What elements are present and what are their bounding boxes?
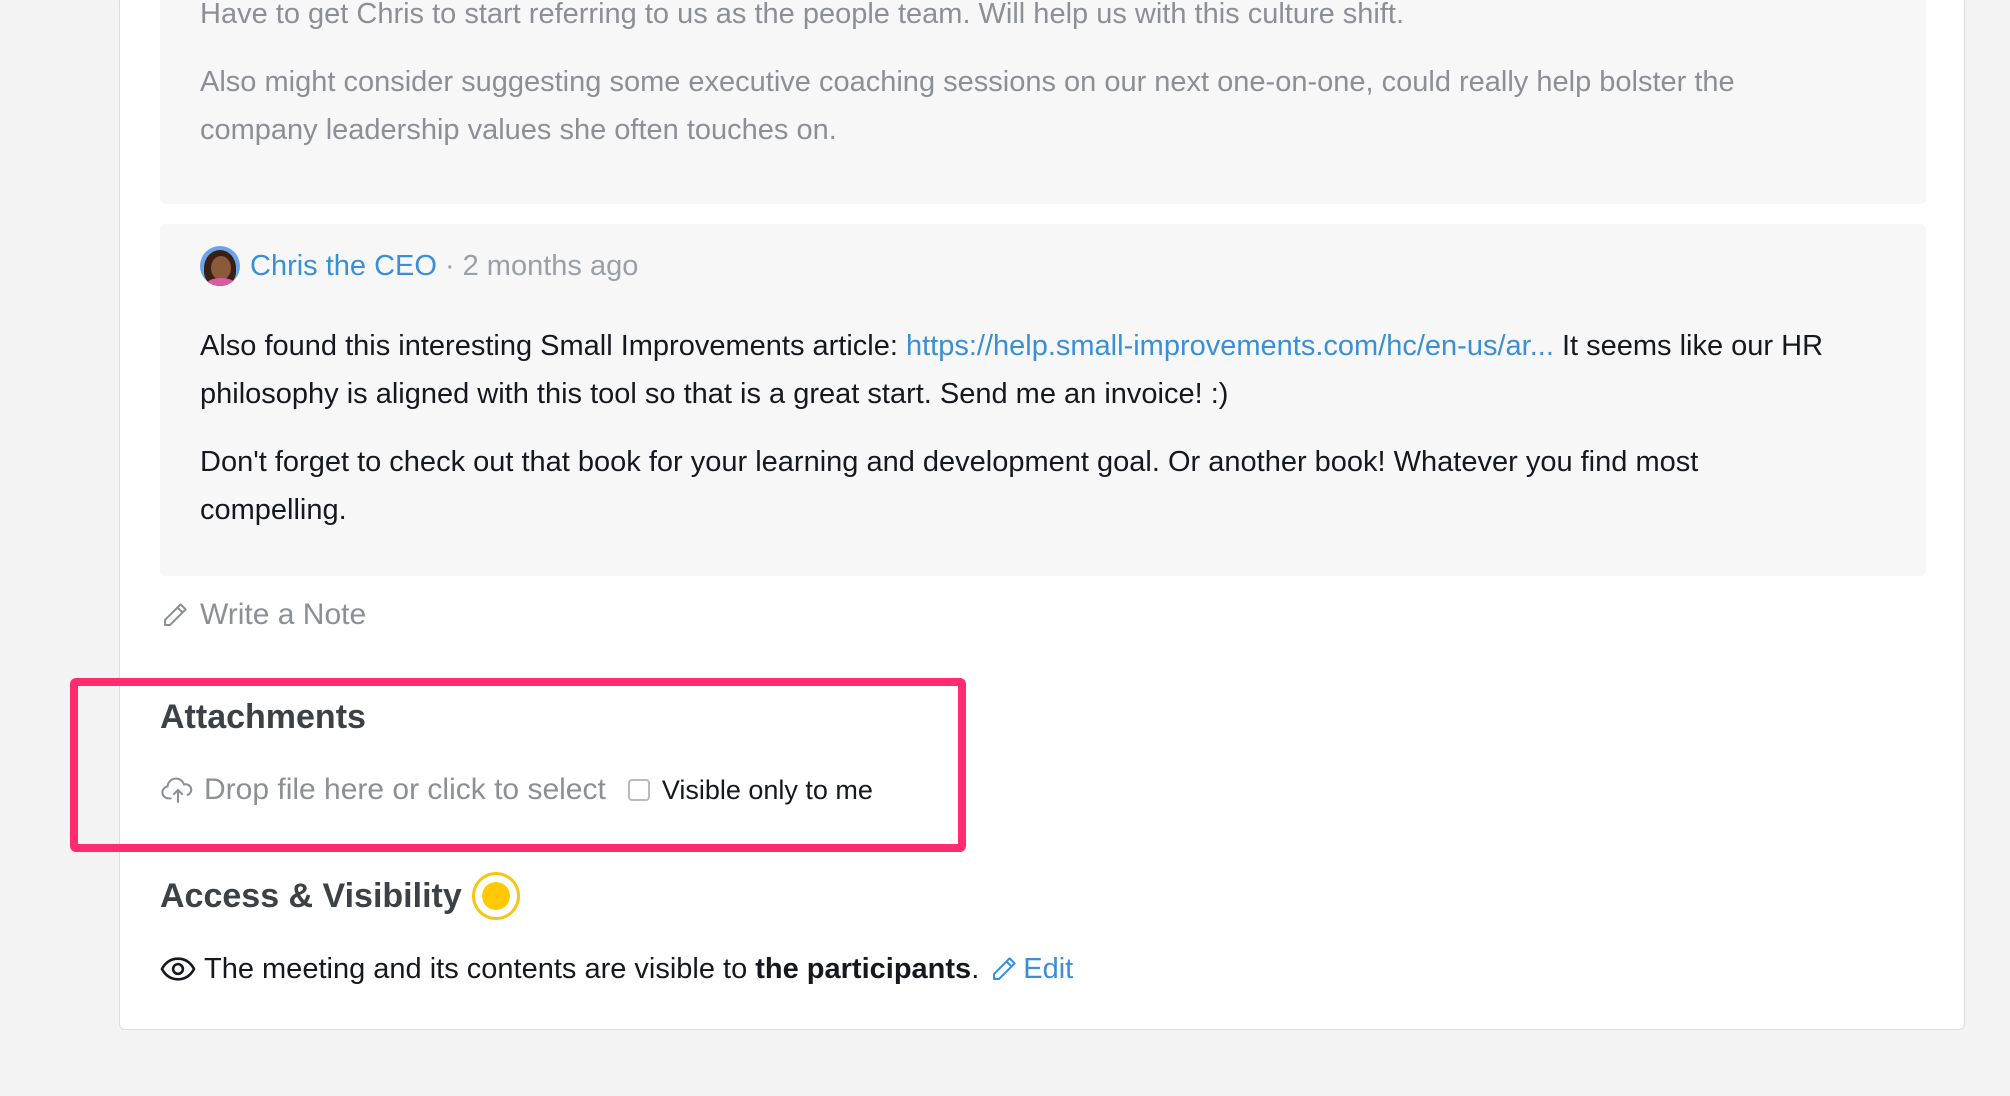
status-indicator-icon (471, 872, 520, 920)
write-note-label: Write a Note (200, 598, 367, 631)
note-paragraph: Don't forget to check out that book for … (200, 446, 1699, 526)
avatar[interactable] (200, 246, 240, 286)
note-item: Have to get Chris to start referring to … (160, 0, 1926, 204)
note-paragraph: Also found this interesting Small Improv… (200, 322, 1840, 418)
edit-label: Edit (1023, 952, 1074, 985)
attachment-upload-row: Drop file here or click to select Visibl… (160, 768, 873, 812)
visible-only-checkbox[interactable] (627, 779, 650, 801)
access-description: The meeting and its contents are visible… (204, 952, 748, 985)
note-paragraph: Also might consider suggesting some exec… (200, 66, 1735, 146)
note-timestamp: 2 months ago (462, 249, 639, 282)
article-link[interactable]: https://help.small-improvements.com/hc/e… (906, 330, 1554, 362)
cloud-upload-icon[interactable] (160, 775, 196, 805)
visible-only-label[interactable]: Visible only to me (662, 775, 873, 806)
note-text: Also found this interesting Small Improv… (200, 330, 906, 362)
write-note-button[interactable]: Write a Note (160, 594, 366, 636)
edit-access-button[interactable]: Edit (989, 953, 1073, 986)
note-author-row: Chris the CEO · 2 months ago (200, 244, 638, 288)
pencil-icon (993, 957, 1016, 980)
separator: · (444, 249, 455, 282)
note-item: Chris the CEO · 2 months ago Also found … (160, 224, 1926, 576)
author-link[interactable]: Chris the CEO (250, 250, 437, 283)
note-paragraph: Have to get Chris to start referring to … (200, 0, 1405, 30)
access-visibility-header: Access & Visibility (160, 872, 520, 920)
attachments-title: Attachments (160, 698, 366, 736)
access-visibility-row: The meeting and its contents are visible… (160, 946, 1073, 992)
access-visibility-title: Access & Visibility (160, 876, 462, 915)
eye-icon (160, 957, 196, 981)
access-period: . (971, 952, 980, 985)
access-participants: the participants (755, 952, 972, 985)
drop-file-zone[interactable]: Drop file here or click to select (204, 773, 606, 807)
pencil-icon (164, 603, 187, 626)
